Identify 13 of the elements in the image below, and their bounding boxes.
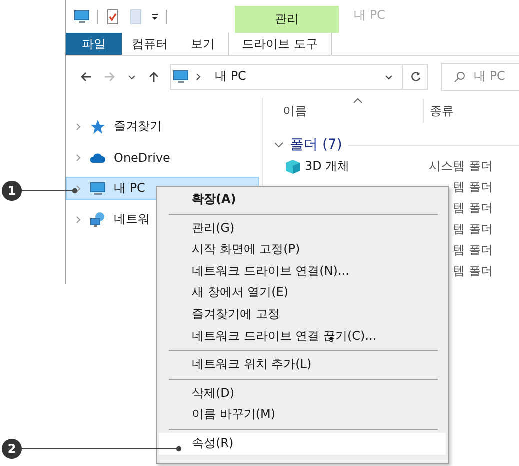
window-title: 내 PC bbox=[353, 7, 386, 24]
file-type: 템 폴더 bbox=[452, 263, 493, 280]
callout-number: 2 bbox=[2, 439, 22, 459]
file-type: 템 폴더 bbox=[452, 242, 493, 259]
file-type: 템 폴더 bbox=[452, 221, 493, 238]
address-path: 내 PC bbox=[215, 68, 246, 85]
contextual-tab-group: 관리 bbox=[235, 6, 339, 33]
group-header: 폴더 (7) bbox=[290, 136, 342, 154]
file-type: 템 폴더 bbox=[452, 179, 493, 196]
file-type: 시스템 폴더 bbox=[428, 158, 493, 175]
file-type: 템 폴더 bbox=[452, 200, 493, 217]
search-placeholder: 내 PC bbox=[474, 68, 506, 85]
callout-number: 1 bbox=[2, 181, 22, 201]
